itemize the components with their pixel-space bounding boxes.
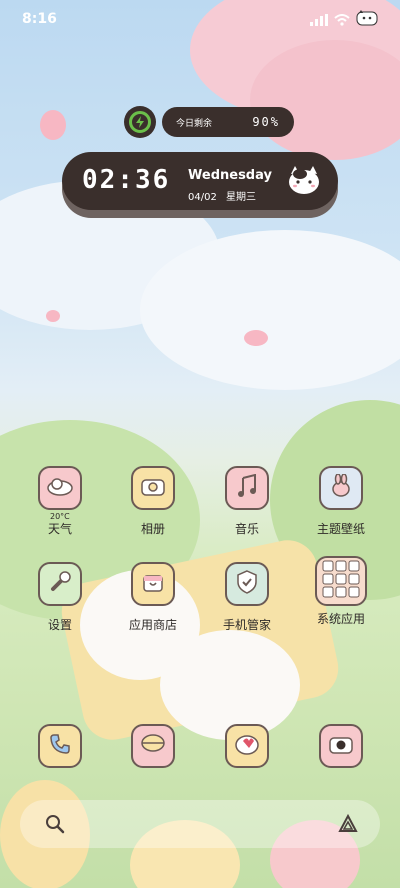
- battery-ring: [124, 106, 156, 138]
- app-weather[interactable]: 天气: [20, 466, 100, 537]
- dock-phone-tile: [38, 724, 82, 768]
- phone-icon: [48, 732, 72, 760]
- music-note-icon: [236, 473, 258, 502]
- app-folder-icon: [321, 559, 361, 603]
- wrench-icon: [48, 570, 72, 598]
- wifi-icon: [334, 11, 350, 30]
- app-theme-tile: [319, 466, 363, 510]
- battery-widget[interactable]: 今日剩余 90%: [124, 105, 294, 139]
- app-phone-manager[interactable]: 手机管家: [207, 562, 287, 633]
- clock-date-line: 04/02 星期三: [188, 188, 256, 203]
- app-album-label: 相册: [140, 522, 165, 536]
- dock-browser-tile: [225, 724, 269, 768]
- message-bubble-icon: [140, 732, 166, 760]
- clock-time: 02:36: [82, 165, 171, 195]
- app-system-apps-label: 系统应用: [316, 612, 365, 626]
- app-theme-label: 主题壁纸: [316, 522, 365, 536]
- clock-widget[interactable]: 02:36 Wednesday 04/02 星期三: [62, 152, 338, 210]
- weather-temp: 20°C: [50, 512, 70, 521]
- dock-camera-tile: [319, 724, 363, 768]
- camera-icon: [140, 475, 166, 501]
- petal: [244, 330, 268, 346]
- app-music-label: 音乐: [234, 522, 259, 536]
- battery-level-ring: [129, 111, 151, 133]
- battery-info-pill: 今日剩余 90%: [162, 107, 294, 137]
- app-store-label: 应用商店: [128, 618, 177, 632]
- camera-icon: [328, 733, 354, 759]
- shield-check-icon: [235, 569, 259, 599]
- bunny-icon: [329, 473, 353, 502]
- app-phone-manager-label: 手机管家: [222, 618, 271, 632]
- clock-date: 04/02: [188, 192, 217, 203]
- clock-weekday-cn: 星期三: [226, 192, 257, 203]
- app-settings-label: 设置: [47, 618, 72, 632]
- app-phone-manager-tile: [225, 562, 269, 606]
- app-settings-tile: [38, 562, 82, 606]
- app-settings[interactable]: 设置: [20, 562, 100, 633]
- dock-browser[interactable]: [207, 724, 287, 768]
- clock-weekday: Wednesday: [188, 168, 272, 183]
- cat-mascot-icon: [286, 162, 322, 198]
- app-music[interactable]: 音乐: [207, 466, 287, 537]
- app-store[interactable]: 应用商店: [113, 562, 193, 633]
- lightning-icon: [135, 113, 145, 132]
- battery-percent: 90%: [252, 115, 280, 129]
- store-bag-icon: [141, 570, 165, 598]
- battery-cat-icon: [356, 10, 380, 30]
- dock-messages[interactable]: [113, 724, 193, 768]
- cloud: [140, 230, 400, 390]
- battery-label: 今日剩余: [176, 118, 213, 129]
- search-icon[interactable]: [45, 814, 65, 838]
- bottom-bar: [20, 800, 380, 848]
- app-weather-label: 天气: [47, 522, 72, 536]
- app-album-tile: [131, 466, 175, 510]
- dock-camera[interactable]: [301, 724, 381, 768]
- status-time: 8:16: [22, 11, 57, 27]
- app-system-apps[interactable]: 系统应用: [301, 556, 381, 627]
- dock-messages-tile: [131, 724, 175, 768]
- app-store-tile: [131, 562, 175, 606]
- app-weather-tile: [38, 466, 82, 510]
- petal: [40, 110, 66, 140]
- home-screen: 8:16 今日剩余 90% 02:36 Wednesday 04/02 星期三 …: [0, 0, 400, 888]
- cloud-icon: [46, 476, 74, 500]
- signal-icon: [310, 11, 328, 30]
- app-theme[interactable]: 主题壁纸: [301, 466, 381, 537]
- browser-icon: [234, 732, 260, 760]
- petal: [46, 310, 60, 322]
- dock-phone[interactable]: [20, 724, 100, 768]
- app-album[interactable]: 相册: [113, 466, 193, 537]
- cherry-blossom-cluster: [250, 40, 400, 160]
- assistant-icon[interactable]: [338, 813, 358, 838]
- app-music-tile: [225, 466, 269, 510]
- status-bar: 8:16: [0, 0, 400, 40]
- app-system-apps-tile: [315, 556, 367, 606]
